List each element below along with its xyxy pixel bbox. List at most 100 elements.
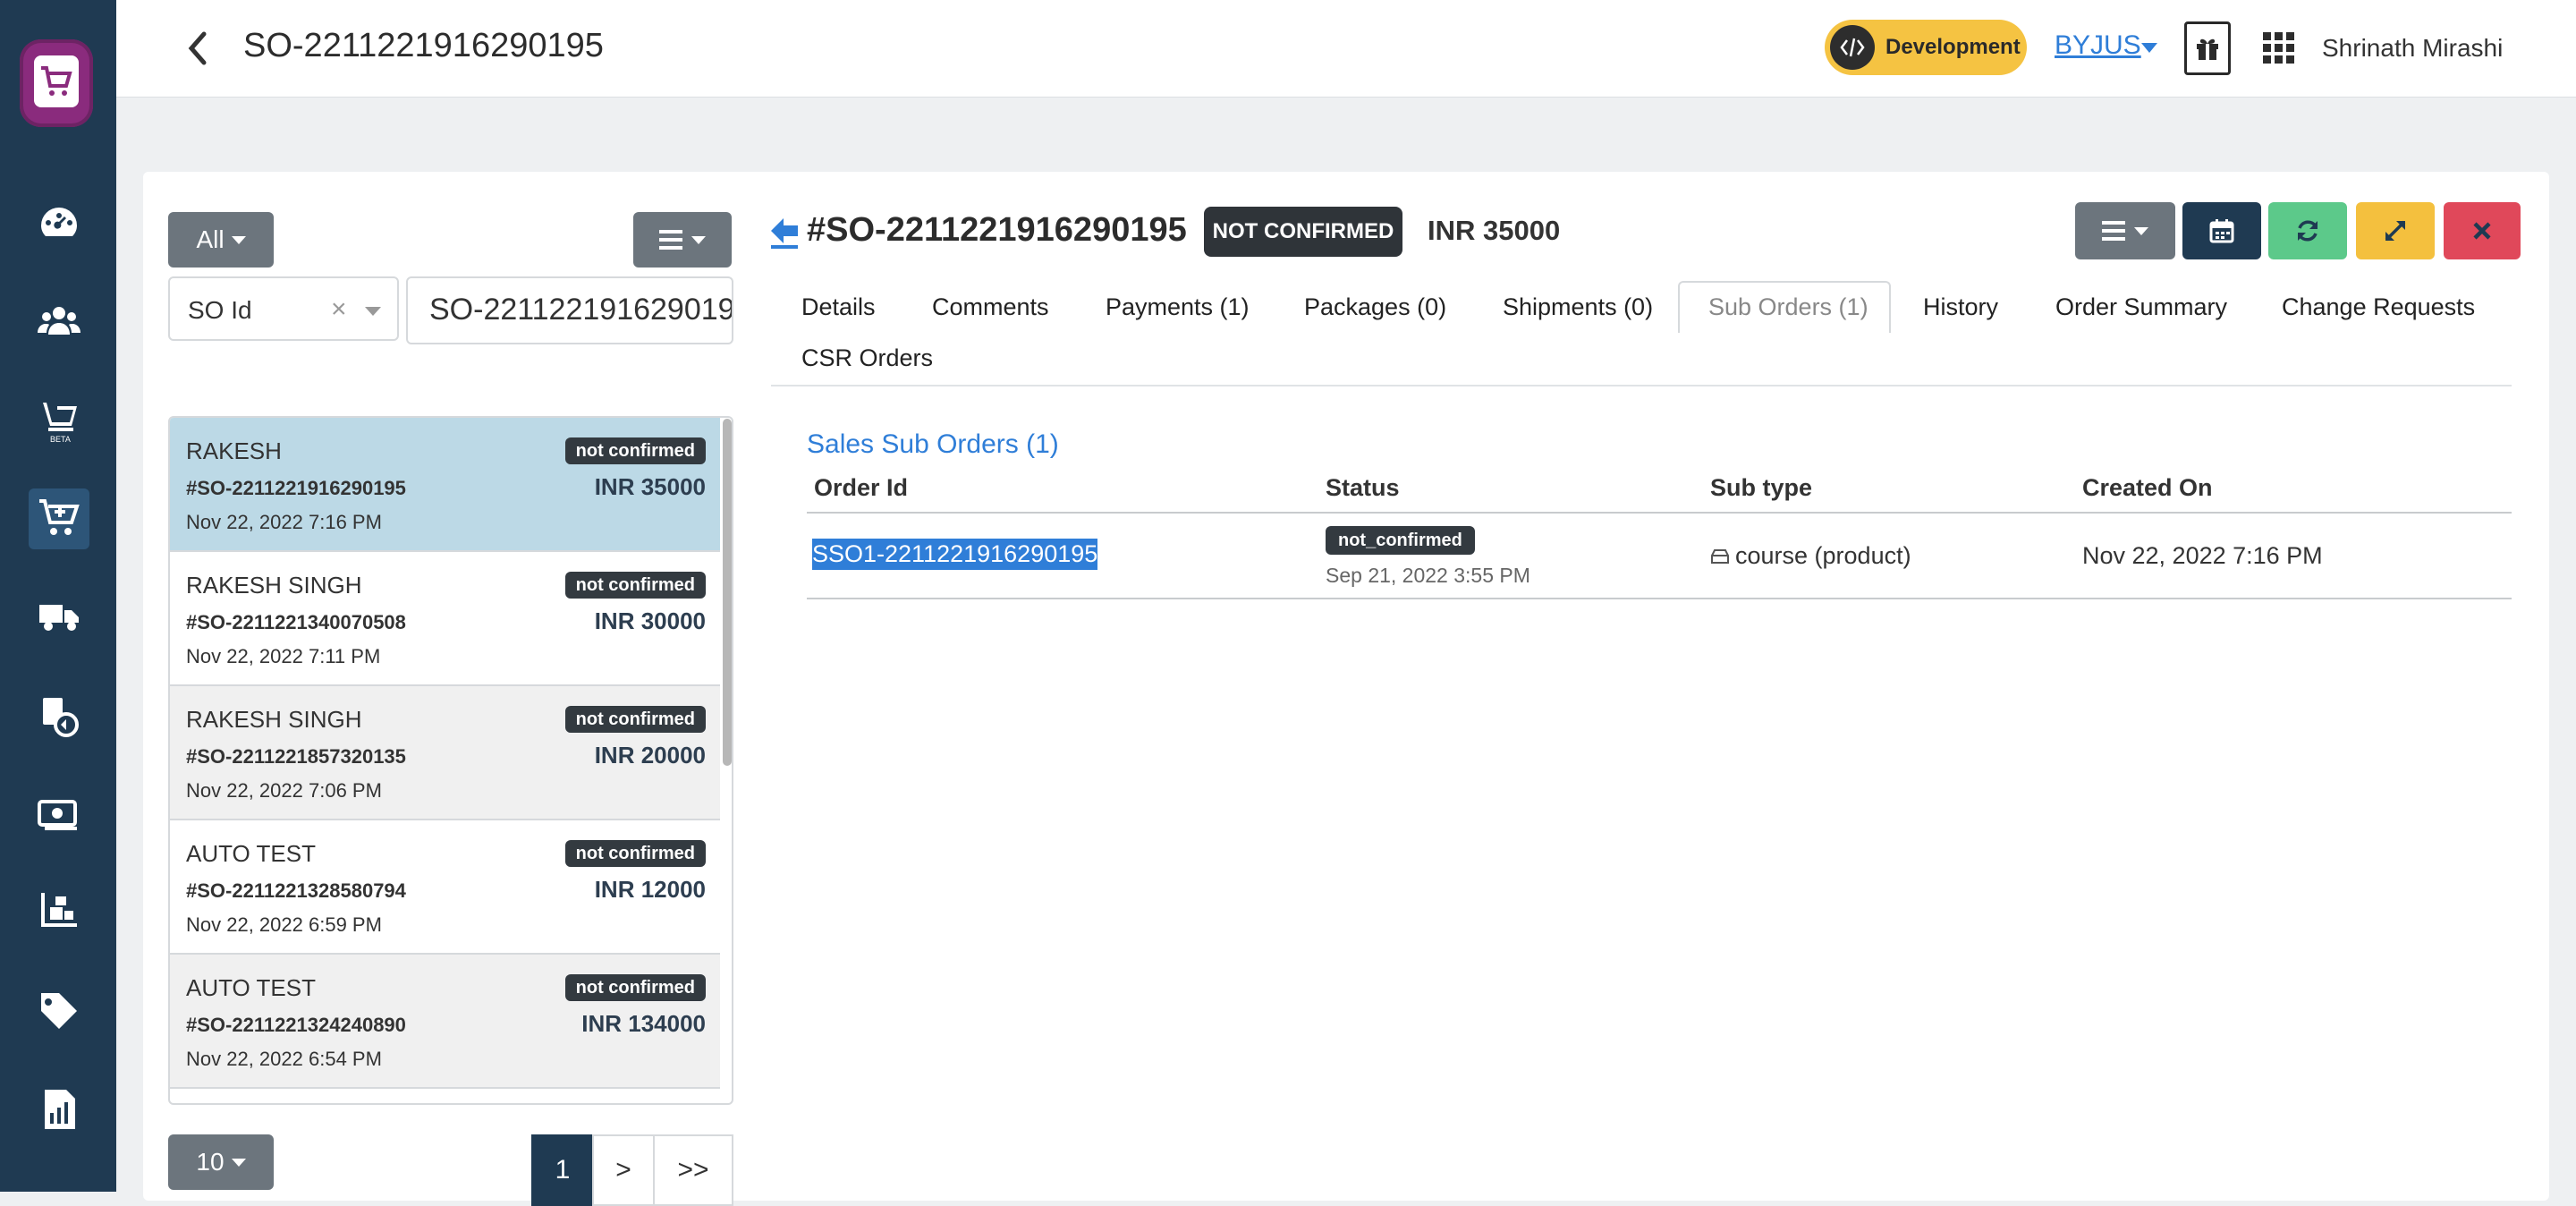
order-list-item[interactable]: RAKESH SINGH not confirmed #SO-221122185… (170, 686, 720, 820)
chevron-down-icon[interactable] (2141, 43, 2157, 53)
order-amount: INR 134000 (581, 1010, 706, 1037)
search-field-select[interactable]: SO Id × (168, 276, 399, 341)
order-id: #SO-2211221916290195 (186, 477, 406, 499)
order-id: #SO-2211221324240890 (186, 1014, 406, 1036)
apps-grid-icon[interactable] (2263, 32, 2295, 64)
user-name[interactable]: Shrinath Mirashi (2322, 34, 2503, 63)
gift-icon (2197, 38, 2218, 60)
hamburger-icon (2102, 221, 2125, 241)
search-input[interactable] (408, 278, 732, 341)
pagination-last[interactable]: >> (653, 1134, 733, 1206)
status-badge: not confirmed (564, 840, 706, 867)
tab-csr-orders[interactable]: CSR Orders (801, 344, 933, 372)
table-header-divider (807, 512, 2512, 514)
refresh-button[interactable] (2268, 202, 2347, 259)
customer-name: AUTO TEST (186, 840, 316, 867)
code-icon (1830, 25, 1875, 70)
sub-order-id-link[interactable]: SSO1-2211221916290195 (812, 539, 1098, 570)
environment-label: Development (1885, 35, 2021, 59)
order-date: Nov 22, 2022 6:59 PM (186, 913, 382, 936)
tab-history[interactable]: History (1923, 293, 1998, 321)
order-list-item[interactable]: AUTO TEST not confirmed #SO-221122132858… (170, 820, 720, 955)
order-date: Nov 22, 2022 7:11 PM (186, 645, 381, 667)
expand-button[interactable] (2356, 202, 2435, 259)
order-list-item[interactable]: AUTO TEST not confirmed #SO-221122132424… (170, 955, 720, 1089)
logo-cart-icon (34, 55, 79, 107)
order-list: RAKESH not confirmed #SO-221122191629019… (168, 416, 733, 1105)
order-id: #SO-2211221340070508 (186, 611, 406, 633)
calendar-button[interactable] (2182, 202, 2261, 259)
catalog-beta-icon[interactable]: BETA (29, 390, 89, 451)
order-amount: INR 35000 (594, 473, 706, 500)
org-switcher[interactable]: BYJUS (2055, 30, 2141, 61)
app-logo[interactable] (20, 39, 93, 127)
search-input-box[interactable] (406, 276, 733, 344)
status-badge: not confirmed (564, 572, 706, 599)
filter-all-dropdown[interactable]: All (168, 212, 274, 268)
tab-order-summary[interactable]: Order Summary (2055, 293, 2227, 321)
sub-order-status-badge: not_confirmed (1326, 526, 1475, 555)
list-menu-dropdown[interactable] (633, 212, 732, 268)
tab-shipments[interactable]: Shipments (0) (1503, 293, 1653, 321)
payments-icon[interactable] (29, 784, 89, 845)
pagination-page-1[interactable]: 1 (531, 1134, 594, 1206)
order-date: Nov 22, 2022 6:54 PM (186, 1048, 382, 1070)
status-badge: not confirmed (564, 974, 706, 1001)
tag-icon[interactable] (29, 981, 89, 1041)
users-icon[interactable] (29, 292, 89, 352)
sub-order-type: course (product) (1710, 542, 1911, 570)
chevron-down-icon[interactable] (365, 307, 381, 316)
list-scrollbar[interactable] (723, 419, 732, 766)
delivery-truck-icon[interactable] (29, 587, 89, 648)
gift-button[interactable] (2184, 21, 2231, 75)
dashboard-icon[interactable] (29, 193, 89, 254)
back-chevron-icon[interactable] (179, 25, 215, 70)
expand-icon (2385, 220, 2406, 242)
tab-details[interactable]: Details (801, 293, 876, 321)
sub-order-created-on: Nov 22, 2022 7:16 PM (2082, 542, 2323, 569)
status-badge: not confirmed (564, 706, 706, 733)
order-id: #SO-2211221328580794 (186, 879, 406, 902)
customer-name: RAKESH SINGH (186, 572, 362, 599)
column-header-order-id: Order Id (814, 474, 909, 501)
customer-name: AUTO TEST (186, 974, 316, 1001)
actions-menu-button[interactable] (2075, 202, 2175, 259)
calendar-icon (2209, 219, 2234, 243)
svg-text:BETA: BETA (50, 435, 71, 444)
order-total-amount: INR 35000 (1428, 215, 1561, 246)
tab-payments[interactable]: Payments (1) (1106, 293, 1250, 321)
tab-sub-orders[interactable]: Sub Orders (1) (1708, 293, 1868, 321)
order-list-item[interactable]: RAKESH not confirmed #SO-221122191629019… (170, 418, 720, 552)
tab-comments[interactable]: Comments (932, 293, 1049, 321)
box-icon (1711, 549, 1729, 564)
order-amount: INR 30000 (594, 607, 706, 634)
tab-packages[interactable]: Packages (0) (1304, 293, 1446, 321)
sidebar: BETA (0, 0, 116, 1192)
order-date: Nov 22, 2022 7:16 PM (186, 511, 382, 533)
pagination-next[interactable]: > (592, 1134, 655, 1206)
environment-pill[interactable]: Development (1825, 20, 2027, 75)
page-size-dropdown[interactable]: 10 (168, 1134, 274, 1190)
close-button[interactable] (2444, 202, 2521, 259)
order-id: #SO-2211221857320135 (186, 745, 406, 768)
caret-down-icon (231, 235, 246, 244)
returns-icon[interactable] (29, 685, 89, 746)
sub-order-status-date: Sep 21, 2022 3:55 PM (1326, 564, 1530, 587)
column-header-status: Status (1326, 474, 1400, 501)
caret-down-icon (691, 235, 706, 244)
order-list-item[interactable]: RAKESH SINGH not confirmed #SO-221122134… (170, 552, 720, 686)
clear-icon[interactable]: × (331, 294, 347, 325)
tab-change-requests[interactable]: Change Requests (2282, 293, 2475, 321)
cart-add-icon[interactable] (29, 488, 89, 549)
filter-all-label: All (196, 225, 225, 253)
order-date: Nov 22, 2022 7:06 PM (186, 779, 382, 802)
order-status-badge: NOT CONFIRMED (1204, 207, 1402, 257)
back-arrow-icon[interactable] (767, 215, 801, 251)
order-title: #SO-2211221916290195 (807, 211, 1187, 249)
report-icon[interactable] (29, 1079, 89, 1140)
status-badge: not confirmed (564, 437, 706, 464)
warehouse-icon[interactable] (29, 882, 89, 943)
column-header-sub-type: Sub type (1710, 474, 1813, 501)
customer-name: RAKESH SINGH (186, 706, 362, 733)
tabs-divider (771, 385, 2512, 386)
